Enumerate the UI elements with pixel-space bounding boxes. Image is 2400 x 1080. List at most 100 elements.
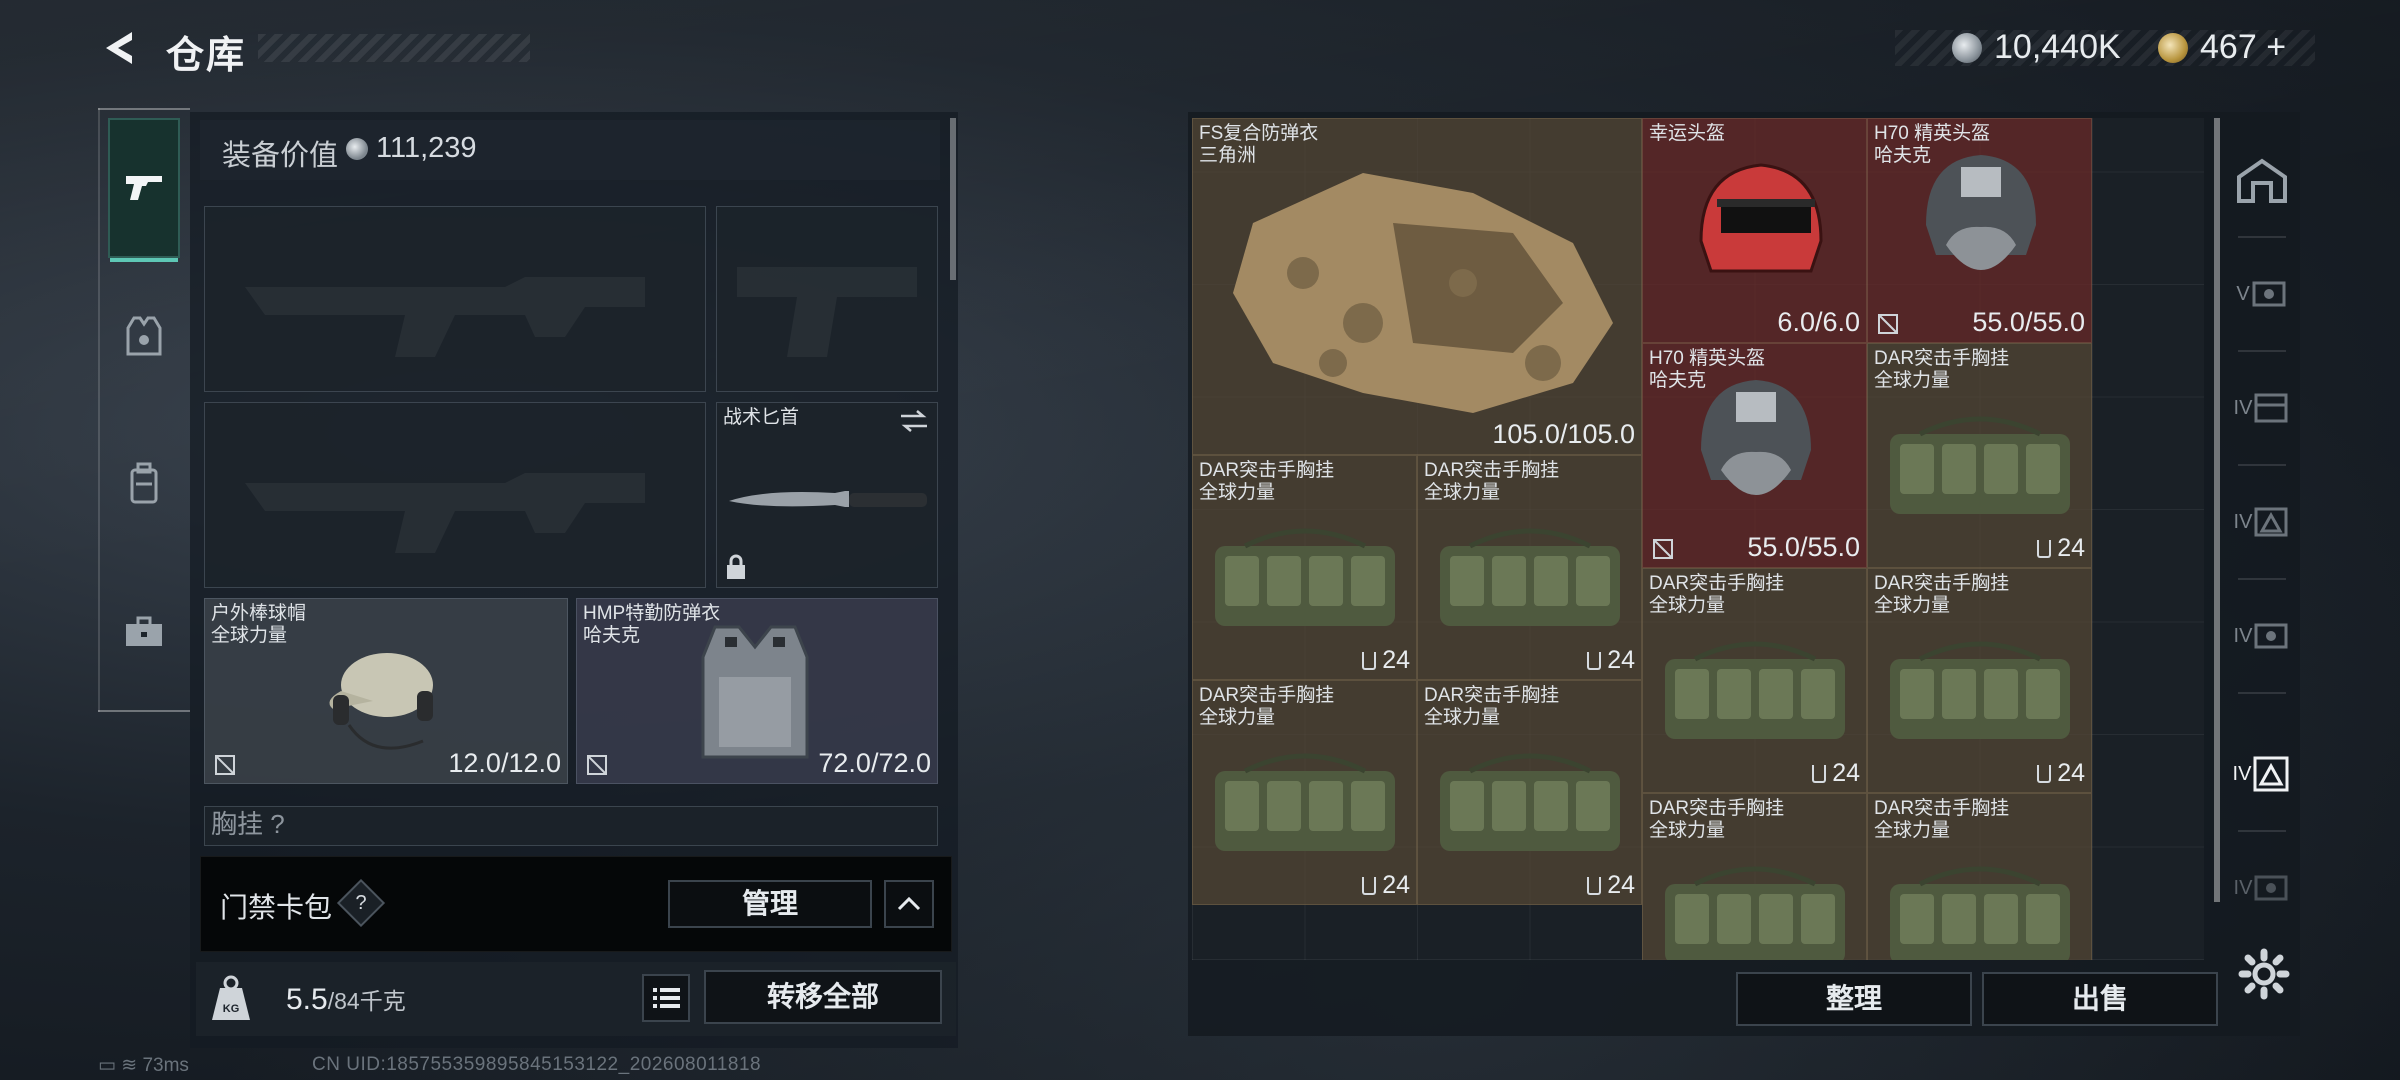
weight-kg-icon: KG: [212, 975, 250, 1020]
stack-icon: [1587, 651, 1602, 670]
tier-label: IV: [2233, 876, 2253, 899]
network-status: ▭ ≋ 73ms: [98, 1055, 189, 1076]
item-durability: 55.0/55.0: [1747, 532, 1860, 562]
storage-tab-tier-iv[interactable]: IV: [2230, 856, 2294, 920]
item-name: DAR突击手胸挂 全球力量: [1424, 460, 1560, 503]
warehouse-icon: [2237, 158, 2287, 203]
page-title: 仓库: [166, 35, 247, 77]
stack-icon: [2037, 764, 2052, 783]
rail-divider-top: [98, 108, 190, 110]
item-durability: 6.0/6.0: [1777, 307, 1860, 337]
storage-tab-tier-iv-active[interactable]: IV: [2230, 742, 2294, 806]
cabinet-icon: [2254, 393, 2288, 423]
stack-icon: [1587, 876, 1602, 895]
stash-item-dar-rig[interactable]: DAR突击手胸挂 全球力量 24: [1417, 680, 1642, 905]
triangle-box-icon: [2254, 507, 2288, 537]
gold-value: 467: [2200, 28, 2257, 66]
item-durability: 105.0/105.0: [1492, 419, 1635, 449]
item-count: 24: [1812, 759, 1860, 788]
item-name: DAR突击手胸挂 全球力量: [1649, 573, 1785, 616]
stash-grid: FS复合防弹衣 三角洲 105.0/105.0 幸运头盔 6.0/6.0 H70…: [1192, 118, 2204, 960]
chest-rig-image: [1440, 753, 1620, 851]
briefcase-icon: [126, 616, 162, 646]
rifle-silhouette-icon: [245, 473, 645, 553]
gold-currency-value[interactable]: 467 +: [2200, 28, 2286, 67]
pistol-slot[interactable]: [716, 206, 938, 392]
chest-rig-label: 胸挂 ?: [211, 809, 285, 839]
knife-name: 战术匕首: [723, 407, 800, 428]
stash-item-dar-rig[interactable]: DAR突击手胸挂 全球力量 24: [1417, 455, 1642, 680]
stash-scrollbar[interactable]: [2214, 118, 2220, 902]
helmet-name: 户外棒球帽 全球力量: [211, 603, 307, 646]
backpack-icon: [130, 462, 158, 504]
storage-home-tab[interactable]: [2230, 148, 2294, 212]
tab-weapons[interactable]: [108, 118, 180, 262]
count-value: 24: [1382, 646, 1410, 674]
item-name: DAR突击手胸挂 全球力量: [1424, 685, 1560, 728]
item-name: DAR突击手胸挂 全球力量: [1649, 798, 1785, 841]
chest-rig-slot[interactable]: 胸挂 ?: [204, 806, 938, 846]
sort-button[interactable]: 整理: [1736, 972, 1972, 1026]
body-armor-slot[interactable]: HMP特勤防弹衣 哈夫克 72.0/72.0: [576, 598, 938, 784]
no-drop-icon: [587, 755, 607, 775]
count-value: 24: [2057, 534, 2085, 562]
help-mark: ?: [355, 892, 367, 914]
helmet-slot[interactable]: 户外棒球帽 全球力量 12.0/12.0: [204, 598, 568, 784]
stash-item-dar-rig[interactable]: DAR突击手胸挂 全球力量 24: [1192, 680, 1417, 905]
pistol-icon: [126, 176, 162, 200]
tier-label: IV: [2233, 396, 2253, 419]
vest-image: [701, 625, 809, 759]
list-icon: [653, 988, 680, 1008]
weight-unit: KG: [223, 1003, 240, 1015]
stash-item-dar-rig[interactable]: DAR突击手胸挂 全球力量 24: [1192, 455, 1417, 680]
rail-divider: [2238, 350, 2286, 352]
loadout-scrollbar[interactable]: [950, 118, 956, 280]
item-name: DAR突击手胸挂 全球力量: [1874, 348, 2010, 391]
tab-case[interactable]: [108, 562, 180, 702]
stash-item-h70-helmet[interactable]: H70 精英头盔 哈夫克 55.0/55.0: [1642, 343, 1867, 568]
stash-item-fs-armor[interactable]: FS复合防弹衣 三角洲 105.0/105.0: [1192, 118, 1642, 455]
settings-gear-icon[interactable]: [2236, 946, 2292, 1002]
tier-label: IV: [2233, 624, 2253, 647]
stash-item-dar-rig[interactable]: DAR突击手胸挂 全球力量: [1642, 793, 1867, 960]
lock-icon: [727, 554, 745, 579]
collapse-button[interactable]: [884, 880, 934, 928]
no-drop-icon: [1653, 539, 1673, 559]
transfer-all-button[interactable]: 转移全部: [704, 970, 942, 1024]
stack-icon: [1812, 764, 1827, 783]
triangle-box-icon: [2253, 756, 2289, 792]
stash-item-dar-rig[interactable]: DAR突击手胸挂 全球力量 24: [1867, 568, 2092, 793]
storage-tab-tier-iv[interactable]: IV: [2230, 490, 2294, 554]
rail-divider-bottom: [98, 710, 190, 712]
storage-tab-tier-iv[interactable]: IV: [2230, 376, 2294, 440]
gold-coin-icon: [2158, 33, 2188, 63]
manage-button[interactable]: 管理: [668, 880, 872, 928]
item-count: 24: [1587, 646, 1635, 675]
back-arrow-icon[interactable]: [98, 26, 142, 70]
stash-item-dar-rig[interactable]: DAR突击手胸挂 全球力量 24: [1867, 343, 2092, 568]
list-view-button[interactable]: [642, 974, 690, 1022]
item-name: DAR突击手胸挂 全球力量: [1874, 798, 2010, 841]
storage-tab-tier-iv[interactable]: IV: [2230, 604, 2294, 668]
swap-icon[interactable]: [899, 409, 929, 433]
add-gold-icon[interactable]: +: [2266, 28, 2286, 66]
stash-item-h70-helmet[interactable]: H70 精英头盔 哈夫克 55.0/55.0: [1867, 118, 2092, 343]
stack-icon: [2037, 539, 2052, 558]
tab-backpack[interactable]: [108, 414, 180, 554]
secondary-weapon-slot[interactable]: [204, 402, 706, 588]
equipment-value: 111,239: [376, 132, 477, 164]
rail-divider: [2238, 236, 2286, 238]
no-drop-icon: [215, 755, 235, 775]
silver-coin-icon: [1952, 33, 1982, 63]
melee-slot[interactable]: 战术匕首: [716, 402, 938, 588]
tab-armor[interactable]: [108, 266, 180, 406]
storage-tab-tier-v[interactable]: V: [2230, 262, 2294, 326]
stash-item-dar-rig[interactable]: DAR突击手胸挂 全球力量: [1867, 793, 2092, 960]
vest-icon: [126, 316, 162, 356]
keycard-bag-label: 门禁卡包: [220, 892, 333, 923]
rifle-silhouette-icon: [245, 277, 645, 357]
stash-item-lucky-helmet[interactable]: 幸运头盔 6.0/6.0: [1642, 118, 1867, 343]
primary-weapon-slot[interactable]: [204, 206, 706, 392]
stash-item-dar-rig[interactable]: DAR突击手胸挂 全球力量 24: [1642, 568, 1867, 793]
sell-button[interactable]: 出售: [1982, 972, 2218, 1026]
